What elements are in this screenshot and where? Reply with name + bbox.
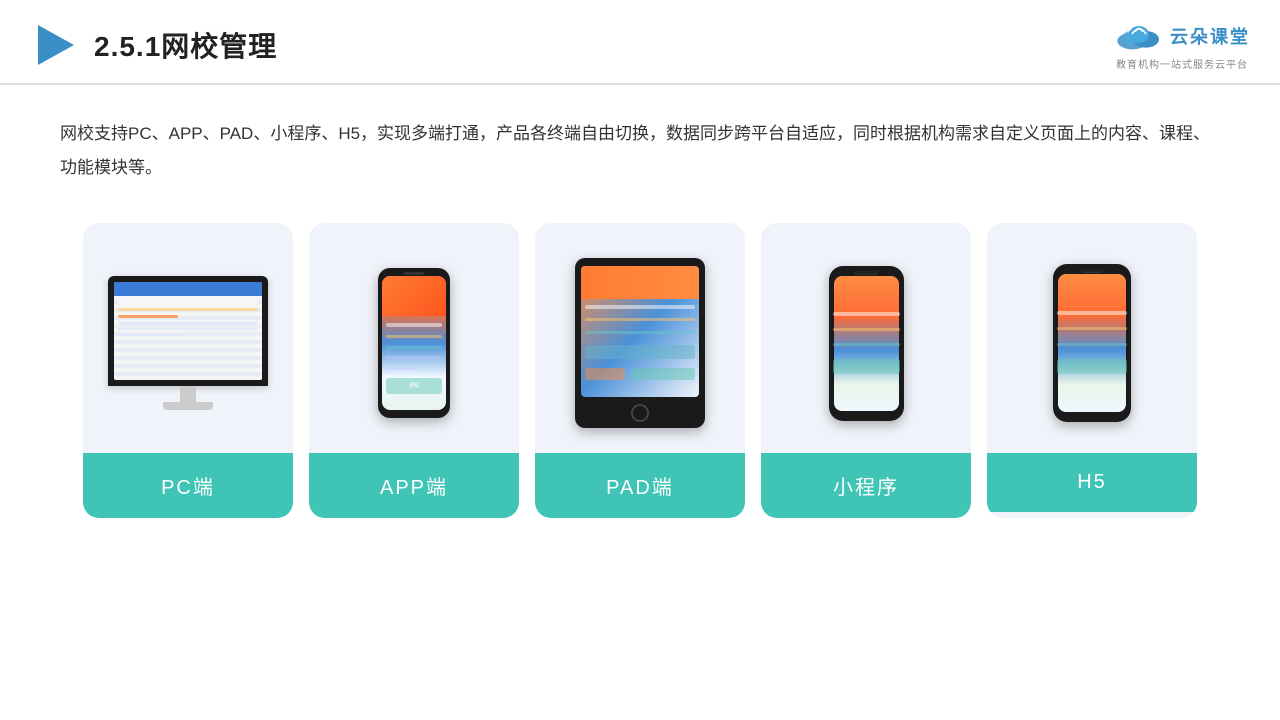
card-h5: H5 [987, 223, 1197, 518]
card-pad: PAD端 [535, 223, 745, 518]
card-miniapp: 小程序 [761, 223, 971, 518]
description-block: 网校支持PC、APP、PAD、小程序、H5，实现多端打通，产品各终端自由切换，数… [0, 85, 1280, 195]
phone-mini-mockup [829, 266, 904, 421]
logo-text: 云朵课堂 [1170, 23, 1250, 49]
card-pc: PC端 [83, 223, 293, 518]
phone-h5-screen [1058, 274, 1126, 412]
phone-h5-mockup [1053, 264, 1131, 422]
card-image-h5 [987, 223, 1197, 453]
cards-container: PC端 课程 APP端 [0, 195, 1280, 518]
card-label-pc: PC端 [83, 453, 293, 518]
header-left: 2.5.1网校管理 [30, 21, 277, 69]
card-image-pad [535, 223, 745, 453]
card-image-pc [83, 223, 293, 453]
play-icon [30, 21, 78, 69]
card-image-app: 课程 [309, 223, 519, 453]
card-label-pad: PAD端 [535, 453, 745, 518]
tablet-mockup [575, 258, 705, 428]
phone-app-mockup: 课程 [378, 268, 450, 418]
card-label-app: APP端 [309, 453, 519, 518]
header: 2.5.1网校管理 云朵课堂 教育机构一站式服务云平台 [0, 0, 1280, 85]
card-label-h5: H5 [987, 453, 1197, 512]
card-app: 课程 APP端 [309, 223, 519, 518]
card-image-miniapp [761, 223, 971, 453]
monitor-screen-inner [114, 282, 262, 380]
description-text: 网校支持PC、APP、PAD、小程序、H5，实现多端打通，产品各终端自由切换，数… [60, 117, 1220, 185]
monitor-stand-base [163, 402, 213, 410]
logo-cloud: 云朵课堂 [1114, 18, 1250, 54]
tablet-screen [581, 266, 699, 397]
cloud-logo-icon [1114, 18, 1164, 54]
monitor-mockup [108, 276, 268, 410]
phone-app-screen: 课程 [382, 276, 446, 410]
logo-sub: 教育机构一站式服务云平台 [1116, 56, 1248, 71]
monitor-screen-outer [108, 276, 268, 386]
page-title: 2.5.1网校管理 [94, 25, 277, 65]
logo-area: 云朵课堂 教育机构一站式服务云平台 [1114, 18, 1250, 71]
phone-mini-screen [834, 276, 899, 411]
card-label-miniapp: 小程序 [761, 453, 971, 518]
monitor-stand-neck [180, 386, 196, 402]
